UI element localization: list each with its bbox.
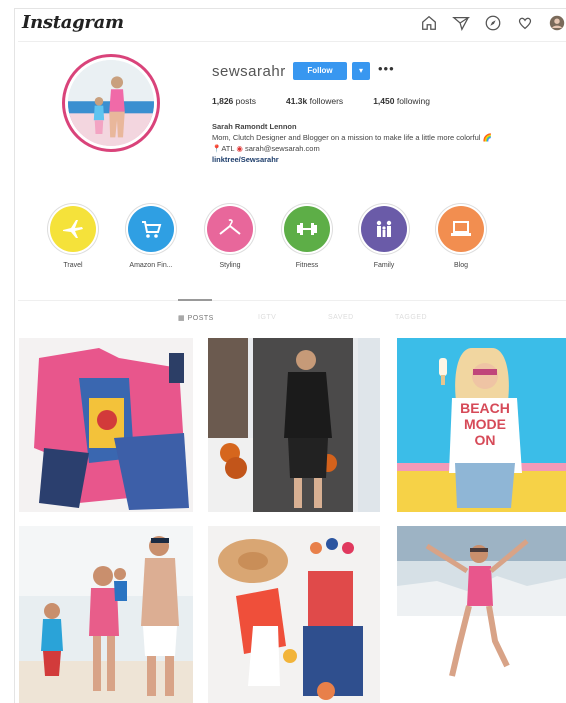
nav-icon-group xyxy=(420,14,566,32)
tab-saved[interactable]: SAVED xyxy=(328,314,354,321)
posts-count-value: 1,826 xyxy=(212,96,234,106)
profile-avatar[interactable] xyxy=(62,54,160,152)
tab-igtv[interactable]: IGTV xyxy=(258,314,276,321)
tab-posts[interactable]: ▦ POSTS xyxy=(178,314,214,322)
dumbbell-icon xyxy=(284,206,330,252)
post-thumbnail[interactable] xyxy=(19,526,193,703)
svg-text:BEACH: BEACH xyxy=(460,400,510,416)
highlight-amazon[interactable]: Amazon Fin... xyxy=(116,206,186,269)
tab-posts-label: POSTS xyxy=(187,315,214,322)
following-count[interactable]: 1,450 following xyxy=(373,96,430,106)
post-image-jacket-flatlay xyxy=(19,338,193,512)
top-nav: Instagram xyxy=(18,10,566,42)
post-thumbnail[interactable] xyxy=(208,338,380,512)
bio-contact-line: 📍ATL ◉ sarah@sewsarah.com xyxy=(212,143,562,154)
tab-tagged[interactable]: TAGGED xyxy=(395,314,427,321)
shield-icon: ◉ xyxy=(236,144,243,153)
highlight-label: Styling xyxy=(219,262,241,269)
post-thumbnail[interactable]: BEACH MODE ON xyxy=(397,338,566,512)
followers-count[interactable]: 41.3k followers xyxy=(286,96,343,106)
highlight-styling[interactable]: Styling xyxy=(195,206,265,269)
followers-count-label: followers xyxy=(309,96,344,106)
bio-location: ATL xyxy=(221,144,235,153)
post-image-beach-mode-on: BEACH MODE ON xyxy=(397,338,566,512)
highlight-label: Travel xyxy=(63,262,83,269)
bio-email: sarah@sewsarah.com xyxy=(245,144,320,153)
svg-text:ON: ON xyxy=(475,432,496,448)
highlight-label: Blog xyxy=(453,262,468,269)
posts-count: 1,826 posts xyxy=(212,96,256,106)
highlight-label: Family xyxy=(373,262,395,269)
following-count-value: 1,450 xyxy=(373,96,395,106)
profile-username: sewsarahr xyxy=(212,63,286,80)
hanger-icon xyxy=(207,206,253,252)
post-image-black-outfit xyxy=(208,338,380,512)
post-thumbnail[interactable] xyxy=(19,338,193,512)
activity-icon[interactable] xyxy=(516,14,534,32)
posts-count-label: posts xyxy=(235,96,256,106)
post-thumbnail[interactable] xyxy=(397,526,566,703)
grid-icon: ▦ xyxy=(178,315,186,322)
post-image-outfit-flatlay xyxy=(208,526,380,703)
following-count-label: following xyxy=(396,96,430,106)
profile-icon[interactable] xyxy=(548,14,566,32)
post-image-jumping-swimsuit xyxy=(397,526,566,703)
highlight-label: Fitness xyxy=(295,262,319,269)
highlight-travel[interactable]: Travel xyxy=(38,206,108,269)
highlight-fitness[interactable]: Fitness xyxy=(272,206,342,269)
explore-icon[interactable] xyxy=(484,14,502,32)
bio-description: Mom, Clutch Designer and Blogger on a mi… xyxy=(212,133,492,142)
cart-icon xyxy=(128,206,174,252)
bio-link[interactable]: linktree/Sewsarahr xyxy=(212,154,562,165)
more-options-button[interactable]: ••• xyxy=(378,62,395,76)
laptop-icon xyxy=(438,206,484,252)
followers-count-value: 41.3k xyxy=(285,96,308,106)
post-image-family-beach xyxy=(19,526,193,703)
direct-icon[interactable] xyxy=(452,14,471,32)
avatar-photo xyxy=(68,60,154,146)
highlight-label: Amazon Fin... xyxy=(129,262,173,269)
profile-stats: 1,826 posts 41.3k followers 1,450 follow… xyxy=(212,96,430,106)
post-thumbnail[interactable] xyxy=(208,526,380,703)
home-icon[interactable] xyxy=(420,14,438,32)
airplane-icon xyxy=(50,206,96,252)
pin-icon: 📍 xyxy=(212,144,222,153)
profile-full-name: Sarah Ramondt Lennon xyxy=(212,122,297,131)
follow-button[interactable]: Follow xyxy=(293,62,347,80)
family-icon xyxy=(361,206,407,252)
highlight-family[interactable]: Family xyxy=(349,206,419,269)
suggested-dropdown-button[interactable]: ▾ xyxy=(352,62,370,80)
profile-bio: Sarah Ramondt Lennon Mom, Clutch Designe… xyxy=(212,121,562,165)
tabs-divider xyxy=(18,300,566,301)
highlight-blog[interactable]: Blog xyxy=(426,206,496,269)
svg-text:MODE: MODE xyxy=(464,416,506,432)
active-tab-indicator xyxy=(178,299,212,301)
instagram-logo[interactable]: Instagram xyxy=(22,12,124,33)
